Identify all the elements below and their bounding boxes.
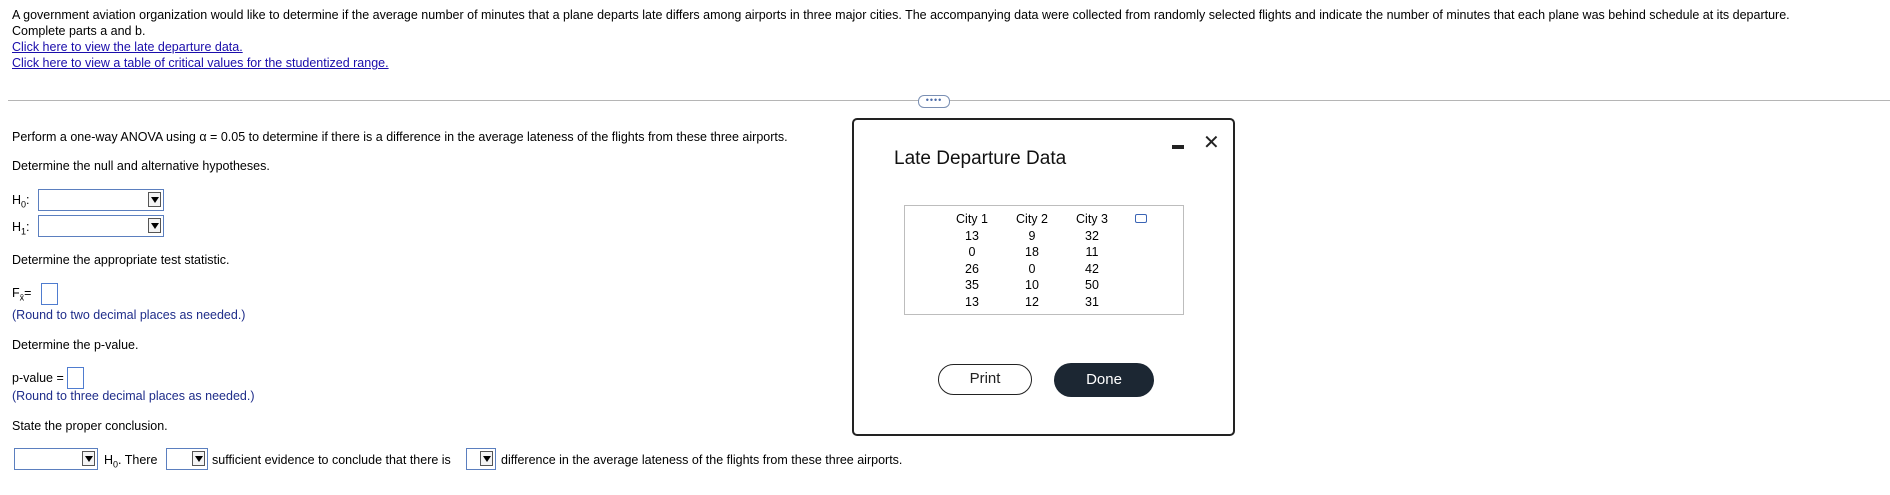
- conclusion-h0-text: H0. There: [104, 453, 158, 470]
- table-cell: 26: [965, 261, 979, 276]
- f-stat-input[interactable]: [41, 283, 58, 305]
- print-button[interactable]: Print: [938, 364, 1032, 395]
- evidence-dropdown[interactable]: [166, 448, 208, 470]
- minimize-icon[interactable]: [1172, 145, 1184, 149]
- column-header: City 1: [956, 212, 988, 226]
- close-icon[interactable]: ✕: [1203, 133, 1220, 153]
- table-cell: 31: [1085, 294, 1099, 309]
- reject-decision-dropdown[interactable]: [14, 448, 98, 470]
- hypotheses-prompt: Determine the null and alternative hypot…: [12, 159, 270, 173]
- studentized-range-table-link[interactable]: Click here to view a table of critical v…: [12, 55, 1882, 71]
- late-departure-data-link[interactable]: Click here to view the late departure da…: [12, 39, 1882, 55]
- city-3-column: City 3 32 11 42 50 31: [1067, 211, 1117, 310]
- table-cell: 13: [965, 228, 979, 243]
- table-cell: 35: [965, 278, 979, 292]
- dialog-title: Late Departure Data: [894, 148, 1067, 169]
- table-cell: 10: [1025, 278, 1039, 292]
- table-cell: 42: [1085, 261, 1099, 276]
- p-value-label: p-value =: [12, 371, 64, 385]
- chevron-down-icon: [148, 218, 161, 233]
- difference-dropdown[interactable]: [466, 448, 496, 470]
- problem-statement: A government aviation organization would…: [12, 8, 1790, 22]
- chevron-down-icon: [148, 192, 161, 207]
- table-cell: 0: [1028, 261, 1036, 276]
- table-cell: 0: [968, 245, 976, 259]
- round-three-hint: (Round to three decimal places as needed…: [12, 389, 255, 403]
- h0-dropdown[interactable]: [38, 189, 164, 211]
- test-statistic-prompt: Determine the appropriate test statistic…: [12, 253, 230, 267]
- column-header: City 2: [1016, 212, 1048, 226]
- column-header: City 3: [1076, 212, 1108, 226]
- table-cell: 12: [1025, 294, 1039, 309]
- round-two-hint: (Round to two decimal places as needed.): [12, 308, 246, 322]
- table-cell: 13: [965, 294, 979, 309]
- table-cell: 9: [1028, 228, 1036, 243]
- done-button[interactable]: Done: [1054, 363, 1154, 397]
- data-table: City 1 13 0 26 35 13 City 2 9 18 0 10 12…: [904, 205, 1184, 315]
- chevron-down-icon: [480, 451, 493, 466]
- expand-more-button[interactable]: ••••: [918, 95, 950, 108]
- h1-label: H1:: [12, 220, 30, 237]
- h1-dropdown[interactable]: [38, 215, 164, 237]
- parts-instruction: Complete parts a and b.: [12, 24, 146, 38]
- f-stat-label: Fx̄=: [12, 286, 32, 303]
- city-2-column: City 2 9 18 0 10 12: [1007, 211, 1057, 310]
- table-cell: 50: [1085, 278, 1099, 292]
- conclusion-tail-text: difference in the average lateness of th…: [501, 453, 903, 467]
- chevron-down-icon: [82, 451, 95, 466]
- h0-label: H0:: [12, 193, 30, 210]
- table-cell: 32: [1085, 228, 1099, 243]
- p-value-prompt: Determine the p-value.: [12, 338, 139, 352]
- conclusion-prompt: State the proper conclusion.: [12, 419, 168, 433]
- chevron-down-icon: [192, 451, 205, 466]
- p-value-input[interactable]: [67, 367, 84, 389]
- copy-icon[interactable]: [1135, 214, 1147, 223]
- problem-intro: A government aviation organization would…: [12, 7, 1882, 71]
- conclusion-middle-text: sufficient evidence to conclude that the…: [212, 453, 451, 467]
- table-cell: 11: [1085, 245, 1099, 259]
- perform-anova-instruction: Perform a one-way ANOVA using α = 0.05 t…: [12, 130, 788, 144]
- late-departure-data-dialog: Late Departure Data ✕ City 1 13 0 26 35 …: [852, 118, 1235, 436]
- table-cell: 18: [1025, 245, 1039, 259]
- city-1-column: City 1 13 0 26 35 13: [947, 211, 997, 310]
